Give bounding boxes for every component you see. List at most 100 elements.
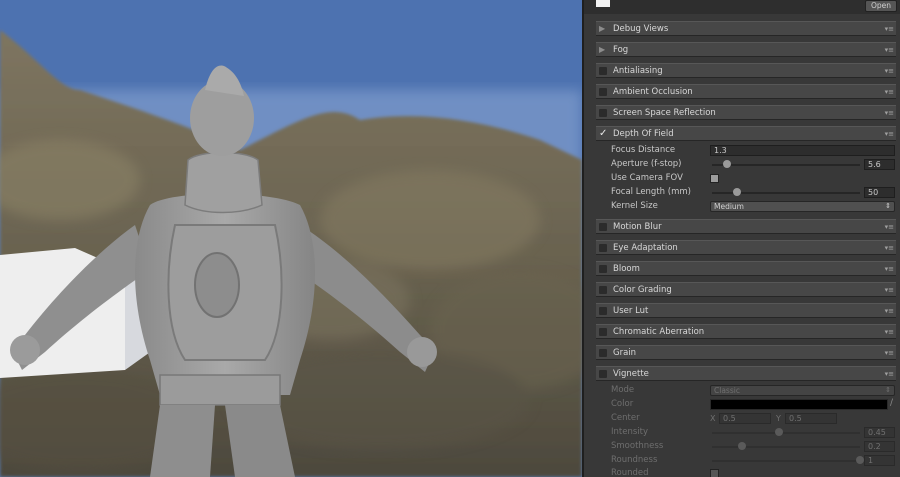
- section-chromatic-aberration[interactable]: Chromatic Aberration ▾≡: [596, 324, 896, 339]
- aperture-slider-knob[interactable]: [722, 160, 731, 168]
- prop-vignette-roundness: Roundness 1: [611, 454, 896, 467]
- section-debug-views[interactable]: ▶ Debug Views ▾≡: [596, 21, 896, 36]
- settings-menu-icon[interactable]: ▾≡: [885, 327, 894, 337]
- section-motion-blur[interactable]: Motion Blur ▾≡: [596, 219, 896, 234]
- section-label: Grain: [613, 348, 637, 358]
- prop-vignette-rounded: Rounded: [611, 467, 896, 477]
- section-label: Vignette: [613, 369, 649, 379]
- settings-menu-icon[interactable]: ▾≡: [885, 129, 894, 139]
- prop-label: Focal Length (mm): [611, 187, 691, 197]
- prop-label: Intensity: [611, 427, 648, 437]
- focal-length-slider-knob[interactable]: [733, 188, 742, 196]
- section-screen-space-reflection[interactable]: Screen Space Reflection ▾≡: [596, 105, 896, 120]
- section-depth-of-field[interactable]: ✓ Depth Of Field ▾≡: [596, 126, 896, 141]
- prop-label: Focus Distance: [611, 145, 676, 155]
- vignette-mode-dropdown[interactable]: Classic ⇕: [710, 385, 895, 396]
- intensity-field[interactable]: 0.45: [864, 427, 895, 438]
- prop-focus-distance: Focus Distance 1.3: [611, 144, 896, 157]
- editor-window: Open ▶ Debug Views ▾≡ ▶ Fog ▾≡ Antialias…: [0, 0, 900, 477]
- section-ambient-occlusion[interactable]: Ambient Occlusion ▾≡: [596, 84, 896, 99]
- prop-label: Center: [611, 413, 640, 423]
- enable-checkbox[interactable]: [599, 223, 607, 231]
- prop-label: Aperture (f-stop): [611, 159, 682, 169]
- post-processing-inspector: Open ▶ Debug Views ▾≡ ▶ Fog ▾≡ Antialias…: [582, 0, 900, 477]
- enable-checkbox[interactable]: [599, 307, 607, 315]
- triangle-right-icon[interactable]: ▶: [599, 24, 605, 34]
- rounded-checkbox[interactable]: [710, 469, 719, 477]
- section-label: Bloom: [613, 264, 640, 274]
- section-label: Fog: [613, 45, 629, 55]
- prop-label: Mode: [611, 385, 635, 395]
- prop-label: Roundness: [611, 455, 658, 465]
- vignette-color-field[interactable]: [710, 399, 888, 410]
- open-button[interactable]: Open: [864, 0, 897, 12]
- settings-menu-icon[interactable]: ▾≡: [885, 306, 894, 316]
- chevron-updown-icon: ⇕: [885, 202, 891, 210]
- prop-kernel-size: Kernel Size Medium ⇕: [611, 200, 896, 213]
- prop-label: Kernel Size: [611, 201, 658, 211]
- intensity-slider-track[interactable]: [712, 432, 860, 434]
- section-antialiasing[interactable]: Antialiasing ▾≡: [596, 63, 896, 78]
- section-user-lut[interactable]: User Lut ▾≡: [596, 303, 896, 318]
- focal-length-field[interactable]: 50: [864, 187, 895, 198]
- chevron-updown-icon: ⇕: [885, 386, 891, 394]
- enable-checkbox[interactable]: [599, 88, 607, 96]
- section-grain[interactable]: Grain ▾≡: [596, 345, 896, 360]
- settings-menu-icon[interactable]: ▾≡: [885, 87, 894, 97]
- inspector-topbar: Open: [584, 0, 900, 14]
- center-x-field[interactable]: 0.5: [719, 413, 771, 424]
- enable-checkbox[interactable]: [599, 286, 607, 294]
- settings-menu-icon[interactable]: ▾≡: [885, 66, 894, 76]
- enable-checkbox[interactable]: [599, 349, 607, 357]
- prop-use-camera-fov: Use Camera FOV: [611, 172, 896, 185]
- checkmark-icon[interactable]: ✓: [599, 128, 607, 140]
- prop-vignette-mode: Mode Classic ⇕: [611, 384, 896, 397]
- enable-checkbox[interactable]: [599, 67, 607, 75]
- settings-menu-icon[interactable]: ▾≡: [885, 243, 894, 253]
- focus-distance-field[interactable]: 1.3: [710, 145, 895, 156]
- intensity-slider-knob[interactable]: [774, 428, 783, 436]
- settings-menu-icon[interactable]: ▾≡: [885, 348, 894, 358]
- section-vignette[interactable]: Vignette ▾≡: [596, 366, 896, 381]
- prop-vignette-color: Color ∕: [611, 398, 896, 411]
- roundness-slider-knob[interactable]: [856, 456, 864, 464]
- prop-vignette-smoothness: Smoothness 0.2: [611, 440, 896, 453]
- aperture-slider-track[interactable]: [712, 164, 860, 166]
- section-label: Eye Adaptation: [613, 243, 678, 253]
- section-color-grading[interactable]: Color Grading ▾≡: [596, 282, 896, 297]
- enable-checkbox[interactable]: [599, 109, 607, 117]
- center-x-label: X: [710, 414, 716, 423]
- roundness-slider-track[interactable]: [712, 460, 860, 462]
- settings-menu-icon[interactable]: ▾≡: [885, 369, 894, 379]
- section-eye-adaptation[interactable]: Eye Adaptation ▾≡: [596, 240, 896, 255]
- aperture-field[interactable]: 5.6: [864, 159, 895, 170]
- settings-menu-icon[interactable]: ▾≡: [885, 222, 894, 232]
- use-camera-fov-checkbox[interactable]: [710, 174, 719, 183]
- section-bloom[interactable]: Bloom ▾≡: [596, 261, 896, 276]
- enable-checkbox[interactable]: [599, 244, 607, 252]
- settings-menu-icon[interactable]: ▾≡: [885, 264, 894, 274]
- dropdown-value: Classic: [714, 386, 740, 395]
- roundness-field[interactable]: 1: [864, 455, 895, 466]
- settings-menu-icon[interactable]: ▾≡: [885, 24, 894, 34]
- scene-viewport[interactable]: [0, 0, 582, 477]
- eyedropper-icon[interactable]: ∕: [890, 398, 893, 408]
- triangle-right-icon[interactable]: ▶: [599, 45, 605, 55]
- center-y-field[interactable]: 0.5: [785, 413, 837, 424]
- smoothness-field[interactable]: 0.2: [864, 441, 895, 452]
- kernel-size-dropdown[interactable]: Medium ⇕: [710, 201, 895, 212]
- settings-menu-icon[interactable]: ▾≡: [885, 45, 894, 55]
- enable-checkbox[interactable]: [599, 328, 607, 336]
- enable-checkbox[interactable]: [599, 370, 607, 378]
- section-fog[interactable]: ▶ Fog ▾≡: [596, 42, 896, 57]
- smoothness-slider-knob[interactable]: [737, 442, 746, 450]
- section-label: Chromatic Aberration: [613, 327, 705, 337]
- section-label: Antialiasing: [613, 66, 663, 76]
- prop-aperture: Aperture (f-stop) 5.6: [611, 158, 896, 171]
- enable-checkbox[interactable]: [599, 265, 607, 273]
- section-label: Ambient Occlusion: [613, 87, 693, 97]
- smoothness-slider-track[interactable]: [712, 446, 860, 448]
- settings-menu-icon[interactable]: ▾≡: [885, 285, 894, 295]
- center-y-label: Y: [776, 414, 781, 423]
- settings-menu-icon[interactable]: ▾≡: [885, 108, 894, 118]
